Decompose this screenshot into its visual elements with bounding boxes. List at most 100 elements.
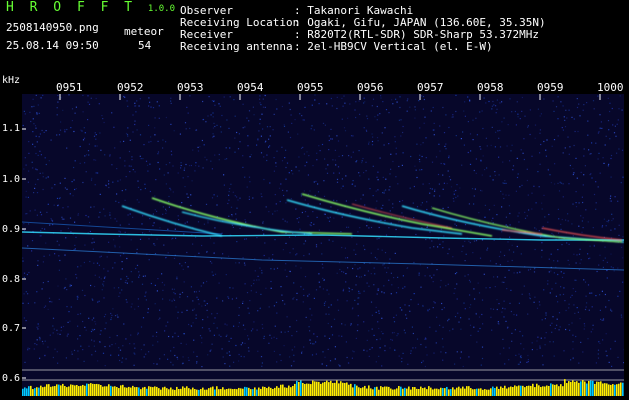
noise-pixel [131, 281, 133, 283]
level-bar [160, 389, 162, 396]
level-bar [38, 387, 40, 396]
noise-pixel [249, 211, 251, 213]
noise-pixel [421, 169, 423, 171]
noise-pixel [328, 239, 330, 241]
noise-pixel [187, 357, 189, 359]
noise-pixel [599, 309, 601, 311]
level-bar [96, 383, 98, 396]
level-bar [396, 388, 398, 396]
noise-pixel [321, 363, 323, 365]
noise-pixel [212, 136, 214, 138]
noise-pixel [420, 343, 422, 346]
noise-pixel [38, 136, 40, 138]
noise-pixel [195, 314, 197, 316]
level-bar [278, 387, 280, 396]
noise-pixel [549, 324, 551, 326]
noise-pixel [609, 200, 611, 202]
noise-pixel [228, 297, 230, 299]
noise-pixel [66, 188, 68, 190]
noise-pixel [119, 359, 121, 362]
noise-pixel [351, 236, 353, 238]
noise-pixel [432, 106, 434, 109]
noise-pixel [572, 173, 574, 176]
meteor-label: meteor [124, 25, 164, 38]
noise-pixel [321, 263, 323, 265]
noise-pixel [25, 291, 27, 293]
noise-pixel [284, 269, 286, 271]
noise-pixel [167, 228, 169, 230]
noise-pixel [337, 299, 339, 301]
noise-pixel [57, 333, 59, 335]
noise-pixel [604, 246, 606, 248]
noise-pixel [238, 307, 240, 309]
level-bar [136, 387, 138, 396]
noise-pixel [562, 129, 564, 131]
noise-pixel [494, 146, 496, 148]
noise-pixel [73, 249, 75, 251]
level-bar [518, 385, 520, 396]
noise-pixel [336, 135, 338, 137]
noise-pixel [423, 122, 425, 124]
level-bar [412, 386, 414, 396]
noise-pixel [279, 200, 281, 203]
noise-pixel [114, 262, 116, 264]
noise-pixel [505, 194, 507, 196]
noise-pixel [126, 275, 128, 278]
noise-pixel [563, 287, 565, 289]
noise-pixel [244, 283, 246, 285]
noise-pixel [469, 281, 471, 283]
noise-pixel [492, 222, 494, 224]
noise-pixel [35, 152, 37, 155]
noise-pixel [315, 289, 318, 291]
noise-pixel [508, 249, 510, 251]
noise-pixel [434, 302, 436, 304]
noise-pixel [498, 156, 500, 158]
noise-pixel [264, 242, 266, 244]
noise-pixel [77, 338, 79, 340]
noise-pixel [191, 180, 193, 182]
noise-pixel [290, 114, 292, 116]
noise-pixel [175, 306, 177, 308]
noise-pixel [332, 159, 334, 161]
noise-pixel [543, 194, 545, 196]
noise-pixel [394, 349, 396, 351]
noise-pixel [555, 295, 557, 297]
noise-pixel [318, 145, 320, 147]
noise-pixel [173, 257, 176, 259]
noise-pixel [110, 318, 112, 321]
level-bar [476, 388, 478, 396]
noise-pixel [156, 101, 158, 103]
noise-pixel [325, 313, 327, 315]
noise-pixel [388, 279, 390, 281]
noise-pixel [26, 273, 28, 276]
level-bar [454, 389, 456, 396]
noise-pixel [384, 252, 387, 254]
noise-pixel [355, 253, 357, 255]
noise-pixel [295, 166, 297, 168]
noise-pixel [554, 163, 556, 165]
noise-pixel [496, 308, 498, 311]
noise-pixel [546, 139, 548, 141]
noise-pixel [183, 333, 185, 335]
noise-pixel [222, 356, 224, 358]
noise-pixel [580, 259, 582, 261]
noise-pixel [91, 319, 93, 321]
noise-pixel [433, 246, 435, 248]
noise-pixel [329, 360, 332, 362]
noise-pixel [511, 244, 513, 246]
noise-pixel [596, 270, 598, 273]
noise-pixel [610, 200, 612, 202]
level-bar [142, 387, 144, 396]
noise-pixel [515, 190, 517, 192]
noise-pixel [442, 241, 444, 243]
noise-pixel [606, 277, 608, 279]
noise-pixel [578, 269, 580, 271]
noise-pixel [154, 209, 156, 211]
level-bar [100, 385, 102, 396]
noise-pixel [539, 304, 541, 306]
noise-pixel [57, 94, 59, 97]
noise-pixel [58, 255, 60, 257]
level-bar [308, 383, 310, 396]
noise-pixel [572, 357, 574, 359]
noise-pixel [252, 197, 254, 199]
